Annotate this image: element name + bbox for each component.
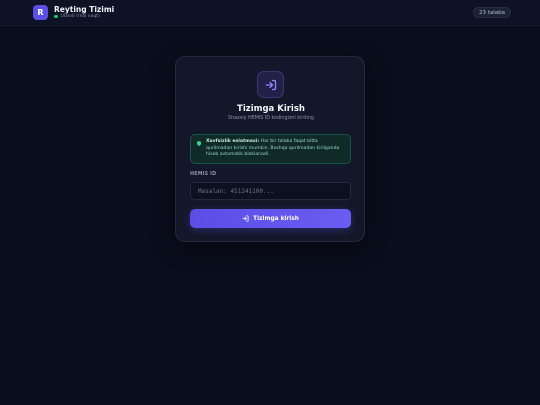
connection-status: Ulandi (real vaqt) (54, 14, 100, 19)
security-notice: Xavfsizlik eslatmasi: Har bir talaba faq… (190, 134, 351, 164)
connection-status-text: Ulandi (real vaqt) (60, 14, 100, 19)
login-title: Tizimga Kirish (237, 104, 305, 114)
top-bar: R Reyting Tizimi Ulandi (real vaqt) 23 t… (0, 0, 540, 26)
login-icon (242, 215, 249, 222)
security-notice-heading: Xavfsizlik eslatmasi: (206, 139, 260, 144)
hemis-id-label: HEMIS ID (190, 172, 217, 177)
hemis-id-input[interactable] (190, 182, 351, 200)
security-notice-text: Xavfsizlik eslatmasi: Har bir talaba faq… (206, 139, 345, 159)
student-count-badge: 23 talaba (473, 7, 512, 18)
app-logo: R (33, 5, 48, 20)
login-button-label: Tizimga kirish (253, 215, 299, 222)
online-dot-icon (54, 14, 58, 19)
login-icon (257, 71, 284, 98)
login-card: Tizimga Kirish Shaxsiy HEMIS ID kodingiz… (175, 56, 365, 242)
shield-icon (197, 141, 201, 146)
app-title: Reyting Tizimi (54, 5, 115, 14)
login-button[interactable]: Tizimga kirish (190, 209, 351, 228)
login-subtitle: Shaxsiy HEMIS ID kodingizni kiriting (228, 116, 314, 121)
